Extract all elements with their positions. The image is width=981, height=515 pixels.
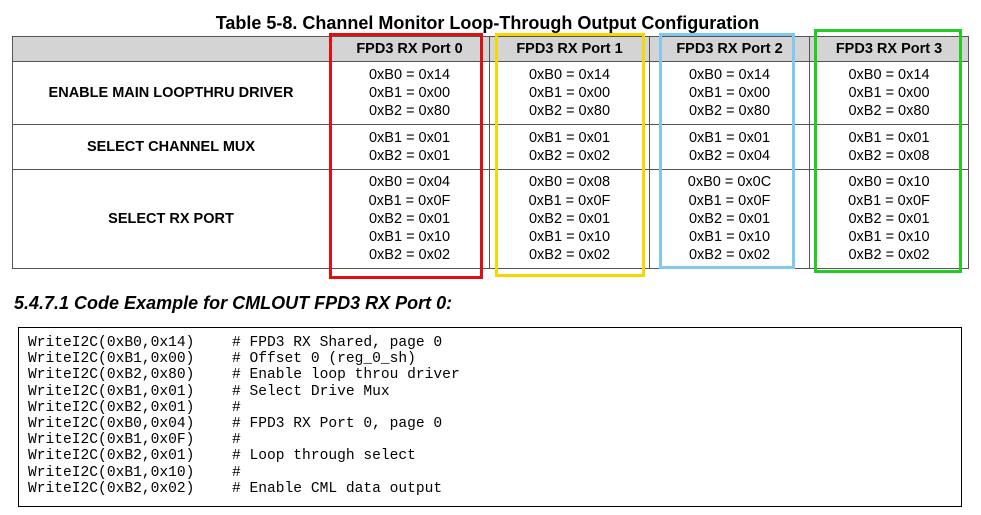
code-command: WriteI2C(0xB2,0x02) xyxy=(28,480,195,497)
code-comment: # Loop through select xyxy=(232,448,416,465)
cell-value: 0xB1 = 0x0F xyxy=(528,192,611,209)
cell-port-2: 0xB0 = 0x14 0xB1 = 0x00 0xB2 = 0x80 xyxy=(649,61,810,125)
cell-port-3: 0xB0 = 0x14 0xB1 = 0x00 0xB2 = 0x80 xyxy=(809,61,969,125)
cell-value: 0xB1 = 0x0F xyxy=(368,192,451,209)
cell-value: 0xB1 = 0x01 xyxy=(368,129,451,146)
code-comment: # xyxy=(232,464,241,481)
cell-value: 0xB0 = 0x10 xyxy=(848,174,930,191)
code-command: WriteI2C(0xB1,0x01) xyxy=(28,383,195,400)
header-port-0: FPD3 RX Port 0 xyxy=(329,36,490,62)
cell-value: 0xB2 = 0x02 xyxy=(368,247,451,264)
cell-value: 0xB2 = 0x80 xyxy=(848,103,930,120)
cell-value: 0xB2 = 0x80 xyxy=(528,103,611,120)
code-comment: # Enable CML data output xyxy=(232,480,443,497)
cell-value: 0xB2 = 0x04 xyxy=(688,148,771,164)
code-command: WriteI2C(0xB1,0x10) xyxy=(28,464,195,481)
code-line: WriteI2C(0xB1,0x00) # Offset 0 (reg_0_sh) xyxy=(28,351,961,367)
table-row: SELECT RX PORT 0xB0 = 0x04 0xB1 = 0x0F 0… xyxy=(12,169,969,269)
code-comment: # xyxy=(232,432,241,449)
code-comment: # Offset 0 (reg_0_sh) xyxy=(232,351,416,368)
row-label-rx-port: SELECT RX PORT xyxy=(12,169,330,269)
code-command: WriteI2C(0xB2,0x01) xyxy=(28,399,195,416)
cell-value: 0xB1 = 0x00 xyxy=(368,84,451,101)
cell-value: 0xB0 = 0x14 xyxy=(368,66,451,83)
code-comment: # xyxy=(232,399,241,416)
cell-value: 0xB2 = 0x01 xyxy=(368,148,451,164)
cell-value: 0xB2 = 0x01 xyxy=(368,210,451,227)
header-port-3: FPD3 RX Port 3 xyxy=(809,36,969,62)
code-comment: # Select Drive Mux xyxy=(232,383,390,400)
code-command: WriteI2C(0xB1,0x00) xyxy=(28,351,195,368)
cell-value: 0xB1 = 0x0F xyxy=(848,192,930,209)
cell-value: 0xB2 = 0x01 xyxy=(528,210,611,227)
code-line: WriteI2C(0xB2,0x80) # Enable loop throu d… xyxy=(28,367,961,383)
code-line: WriteI2C(0xB2,0x02) # Enable CML data out… xyxy=(28,481,961,497)
cell-value: 0xB2 = 0x02 xyxy=(848,247,930,264)
cell-value: 0xB2 = 0x01 xyxy=(848,210,930,227)
code-line: WriteI2C(0xB0,0x04) # FPD3 RX Port 0, pag… xyxy=(28,416,961,432)
cell-value: 0xB2 = 0x02 xyxy=(528,247,611,264)
section-heading: 5.4.7.1 Code Example for CMLOUT FPD3 RX … xyxy=(14,293,453,313)
cell-value: 0xB2 = 0x08 xyxy=(848,148,930,164)
cell-value: 0xB0 = 0x14 xyxy=(528,66,611,83)
cell-port-1: 0xB1 = 0x01 0xB2 = 0x02 xyxy=(489,124,650,170)
header-port-2: FPD3 RX Port 2 xyxy=(649,36,810,62)
cell-value: 0xB1 = 0x00 xyxy=(528,84,611,101)
table-header-row: FPD3 RX Port 0 FPD3 RX Port 1 FPD3 RX Po… xyxy=(12,36,969,62)
table-row: ENABLE MAIN LOOPTHRU DRIVER 0xB0 = 0x14 … xyxy=(12,61,969,125)
code-comment: # FPD3 RX Port 0, page 0 xyxy=(232,415,443,432)
cell-port-2: 0xB1 = 0x01 0xB2 = 0x04 xyxy=(649,124,810,170)
cell-value: 0xB1 = 0x10 xyxy=(688,229,771,246)
cell-value: 0xB1 = 0x01 xyxy=(848,129,930,146)
row-label-enable-driver: ENABLE MAIN LOOPTHRU DRIVER xyxy=(12,61,330,125)
cell-value: 0xB0 = 0x04 xyxy=(368,174,451,191)
cell-port-0: 0xB1 = 0x01 0xB2 = 0x01 xyxy=(329,124,490,170)
config-table: FPD3 RX Port 0 FPD3 RX Port 1 FPD3 RX Po… xyxy=(12,36,969,269)
cell-value: 0xB2 = 0x80 xyxy=(368,103,451,120)
code-comment: # Enable loop throu driver xyxy=(232,367,460,384)
code-command: WriteI2C(0xB0,0x04) xyxy=(28,415,195,432)
cell-port-3: 0xB1 = 0x01 0xB2 = 0x08 xyxy=(809,124,969,170)
cell-value: 0xB2 = 0x02 xyxy=(688,247,771,264)
cell-value: 0xB1 = 0x00 xyxy=(688,84,771,101)
cell-value: 0xB1 = 0x0F xyxy=(688,192,771,209)
cell-value: 0xB0 = 0x0C xyxy=(687,174,772,191)
code-line: WriteI2C(0xB1,0x01) # Select Drive Mux xyxy=(28,384,961,400)
table-title: Table 5-8. Channel Monitor Loop-Through … xyxy=(215,13,760,33)
code-comment: # FPD3 RX Shared, page 0 xyxy=(232,335,443,351)
table-row: SELECT CHANNEL MUX 0xB1 = 0x01 0xB2 = 0x… xyxy=(12,124,969,170)
code-command: WriteI2C(0xB2,0x01) xyxy=(28,448,195,465)
cell-value: 0xB1 = 0x01 xyxy=(688,129,771,146)
code-line: WriteI2C(0xB0,0x14) # FPD3 RX Shared, pag… xyxy=(28,335,961,351)
row-label-channel-mux: SELECT CHANNEL MUX xyxy=(12,124,330,170)
cell-port-1: 0xB0 = 0x08 0xB1 = 0x0F 0xB2 = 0x01 0xB1… xyxy=(489,169,650,269)
code-line: WriteI2C(0xB2,0x01) # Loop through select xyxy=(28,448,961,464)
cell-port-0: 0xB0 = 0x14 0xB1 = 0x00 0xB2 = 0x80 xyxy=(329,61,490,125)
header-cell-blank xyxy=(12,36,330,62)
cell-value: 0xB2 = 0x02 xyxy=(528,148,611,164)
cell-value: 0xB0 = 0x08 xyxy=(528,174,611,191)
code-command: WriteI2C(0xB1,0x0F) xyxy=(28,432,195,449)
cell-value: 0xB1 = 0x10 xyxy=(848,229,930,246)
code-block: WriteI2C(0xB0,0x14) # FPD3 RX Shared, pag… xyxy=(18,327,962,507)
header-port-1: FPD3 RX Port 1 xyxy=(489,36,650,62)
cell-value: 0xB2 = 0x80 xyxy=(688,103,771,120)
code-line: WriteI2C(0xB1,0x10) # xyxy=(28,465,961,481)
cell-value: 0xB0 = 0x14 xyxy=(688,66,771,83)
code-command: WriteI2C(0xB2,0x80) xyxy=(28,367,195,384)
cell-port-1: 0xB0 = 0x14 0xB1 = 0x00 0xB2 = 0x80 xyxy=(489,61,650,125)
cell-port-0: 0xB0 = 0x04 0xB1 = 0x0F 0xB2 = 0x01 0xB1… xyxy=(329,169,490,269)
cell-value: 0xB1 = 0x00 xyxy=(848,84,930,101)
cell-value: 0xB1 = 0x01 xyxy=(528,129,611,146)
code-line: WriteI2C(0xB2,0x01) # xyxy=(28,400,961,416)
cell-port-2: 0xB0 = 0x0C 0xB1 = 0x0F 0xB2 = 0x01 0xB1… xyxy=(649,169,810,269)
code-line: WriteI2C(0xB1,0x0F) # xyxy=(28,432,961,448)
cell-value: 0xB1 = 0x10 xyxy=(528,229,611,246)
cell-port-3: 0xB0 = 0x10 0xB1 = 0x0F 0xB2 = 0x01 0xB1… xyxy=(809,169,969,269)
cell-value: 0xB0 = 0x14 xyxy=(848,66,930,83)
cell-value: 0xB1 = 0x10 xyxy=(368,229,451,246)
cell-value: 0xB2 = 0x01 xyxy=(688,210,771,227)
code-command: WriteI2C(0xB0,0x14) xyxy=(28,335,195,351)
